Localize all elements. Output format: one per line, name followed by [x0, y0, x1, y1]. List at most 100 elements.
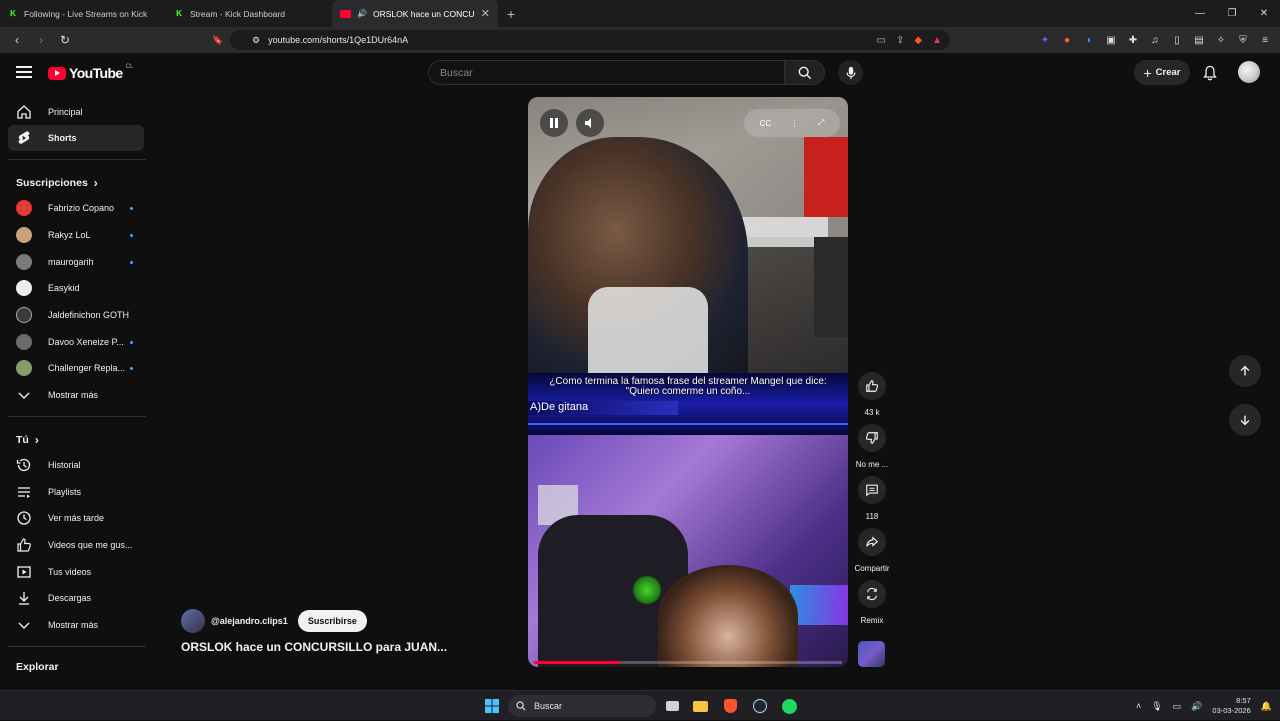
- url-text: youtube.com/shorts/1Qe1DUr64nA: [268, 35, 409, 45]
- sidebar-item-videos-que-me-gustan[interactable]: Videos que me gus...: [8, 532, 144, 558]
- sidebar-sub-easykid[interactable]: Easykid: [8, 275, 144, 301]
- extensions-puzzle-icon[interactable]: ✚: [1126, 33, 1140, 47]
- share-page-icon[interactable]: ⇪: [896, 35, 904, 46]
- sidebar-sub-challenger-replays[interactable]: Challenger Repla...: [8, 355, 144, 381]
- search-input[interactable]: Buscar: [428, 60, 785, 85]
- wallet-icon[interactable]: ▤: [1192, 33, 1206, 47]
- channel-avatar: [16, 200, 32, 216]
- sidebar-sub-fabrizio-copano[interactable]: Fabrizio Copano: [8, 195, 144, 221]
- close-window-icon[interactable]: ✕: [1248, 0, 1280, 27]
- taskbar-search[interactable]: Buscar: [508, 695, 656, 717]
- youtube-logo[interactable]: YouTube CL: [48, 64, 133, 81]
- extension-4-icon[interactable]: ▣: [1104, 33, 1118, 47]
- clock[interactable]: 8:57 03-03-2026: [1212, 696, 1250, 716]
- brave-browser-icon[interactable]: [720, 696, 740, 716]
- spotify-icon[interactable]: [779, 696, 799, 716]
- progress-bar[interactable]: [534, 661, 842, 664]
- sidebar-item-shorts[interactable]: Shorts: [8, 125, 144, 151]
- site-info-icon[interactable]: ⚙: [252, 35, 260, 46]
- volume-button[interactable]: [576, 109, 604, 137]
- sidebar-item-tus-videos[interactable]: Tus videos: [8, 559, 144, 585]
- browser-tab-2[interactable]: K Stream - Kick Dashboard: [166, 0, 332, 27]
- channel-name[interactable]: @alejandro.clips1: [211, 616, 288, 626]
- reload-icon[interactable]: ↻: [56, 31, 74, 49]
- sidebar-item-playlists[interactable]: Playlists: [8, 479, 144, 505]
- remix-button[interactable]: [858, 580, 886, 608]
- maximize-icon[interactable]: ❐: [1216, 0, 1248, 27]
- close-tab-icon[interactable]: ✕: [481, 7, 490, 20]
- bookmark-icon[interactable]: 🔖: [212, 35, 223, 46]
- thumbs-up-icon: [866, 380, 879, 392]
- short-title[interactable]: ORSLOK hace un CONCURSILLO para JUAN...: [181, 640, 447, 654]
- subscribe-button[interactable]: Suscribirse: [297, 610, 367, 632]
- chevron-up-icon[interactable]: ˄: [1136, 701, 1141, 711]
- sidebar-show-more-subscriptions[interactable]: Mostrar más: [8, 382, 144, 408]
- brave-shield-icon[interactable]: ◆: [914, 35, 922, 46]
- new-tab-button[interactable]: +: [498, 0, 524, 27]
- hamburger-menu-icon[interactable]: [16, 66, 32, 78]
- dislike-button[interactable]: [858, 424, 886, 452]
- comments-button[interactable]: [858, 476, 886, 504]
- cast-icon[interactable]: ▭: [877, 35, 886, 46]
- windows-start-icon[interactable]: [482, 696, 502, 716]
- forward-icon[interactable]: ›: [32, 31, 50, 49]
- voice-search-button[interactable]: [838, 60, 863, 85]
- leo-ai-icon[interactable]: ✧: [1214, 33, 1228, 47]
- previous-short-button[interactable]: [1229, 355, 1261, 387]
- sidebar-item-historial[interactable]: Historial: [8, 452, 144, 478]
- comment-count: 118: [865, 512, 879, 521]
- captions-icon[interactable]: CC: [760, 119, 772, 128]
- subscriptions-heading[interactable]: Suscripciones ›: [16, 176, 98, 190]
- back-icon[interactable]: ‹: [8, 31, 26, 49]
- sidebar-item-descargas[interactable]: Descargas: [8, 585, 144, 611]
- extension-3-icon[interactable]: ◗: [1082, 33, 1096, 47]
- sound-thumbnail[interactable]: [858, 641, 885, 667]
- steam-icon[interactable]: [750, 696, 770, 716]
- sidebar-sub-jaldefinichon-goth[interactable]: Jaldefinichon GOTH: [8, 302, 144, 328]
- mic-tray-icon[interactable]: 🎙: [1151, 701, 1162, 712]
- share-button[interactable]: [858, 528, 886, 556]
- file-explorer-icon[interactable]: [690, 696, 710, 716]
- you-heading[interactable]: Tú ›: [16, 433, 39, 447]
- extension-2-icon[interactable]: ●: [1060, 33, 1074, 47]
- minimize-icon[interactable]: —: [1184, 0, 1216, 27]
- sidebar-toggle-icon[interactable]: ▯: [1170, 33, 1184, 47]
- vpn-icon[interactable]: ⛨: [1236, 33, 1250, 47]
- sidebar-sub-rakyz-lol[interactable]: Rakyz LoL: [8, 222, 144, 248]
- sidebar-sub-davoo-xeneize[interactable]: Davoo Xeneize P...: [8, 329, 144, 355]
- create-button[interactable]: + Crear: [1134, 60, 1190, 85]
- sidebar: Principal Shorts Suscripciones › Fabrizi…: [0, 93, 154, 690]
- pause-button[interactable]: [540, 109, 568, 137]
- media-icon[interactable]: ♫: [1148, 33, 1162, 47]
- volume-tray-icon[interactable]: 🔊: [1191, 701, 1202, 712]
- fullscreen-icon[interactable]: ⤢: [818, 118, 824, 128]
- dislike-action: No me ...: [852, 424, 892, 469]
- brave-rewards-icon[interactable]: ▲: [932, 35, 942, 46]
- account-avatar[interactable]: [1238, 61, 1260, 83]
- sidebar-item-principal[interactable]: Principal: [8, 99, 144, 125]
- like-button[interactable]: [858, 372, 886, 400]
- task-view-icon[interactable]: [662, 696, 682, 716]
- history-icon: [16, 458, 31, 472]
- more-options-icon[interactable]: ⋮: [791, 119, 799, 128]
- volume-icon: [585, 118, 591, 128]
- tab-title: Following - Live Streams on Kick: [24, 8, 148, 19]
- channel-avatar[interactable]: [181, 609, 205, 633]
- shorts-player[interactable]: ¿Como termina la famosa frase del stream…: [528, 97, 848, 667]
- url-field[interactable]: 🔖 ⚙ youtube.com/shorts/1Qe1DUr64nA ▭ ⇪ ◆…: [212, 30, 950, 50]
- menu-icon[interactable]: ≡: [1258, 33, 1272, 47]
- sidebar-sub-maurogarih[interactable]: maurogarih: [8, 249, 144, 275]
- notifications-bell-icon[interactable]: [1202, 65, 1218, 81]
- arrow-down-icon: [1240, 415, 1250, 426]
- network-icon[interactable]: ▭: [1173, 701, 1182, 712]
- search-button[interactable]: [785, 60, 825, 85]
- browser-tab-bar: K Following - Live Streams on Kick K Str…: [0, 0, 1280, 27]
- extension-1-icon[interactable]: ✦: [1038, 33, 1052, 47]
- notification-center-icon[interactable]: 🔔: [1261, 701, 1272, 712]
- browser-tab-3[interactable]: 🔊 ORSLOK hace un CONCURSIL ✕: [332, 0, 498, 27]
- browser-tab-1[interactable]: K Following - Live Streams on Kick: [0, 0, 166, 27]
- next-short-button[interactable]: [1229, 404, 1261, 436]
- sidebar-show-more-you[interactable]: Mostrar más: [8, 612, 144, 638]
- sidebar-item-ver-mas-tarde[interactable]: Ver más tarde: [8, 505, 144, 531]
- remix-icon: [867, 587, 877, 601]
